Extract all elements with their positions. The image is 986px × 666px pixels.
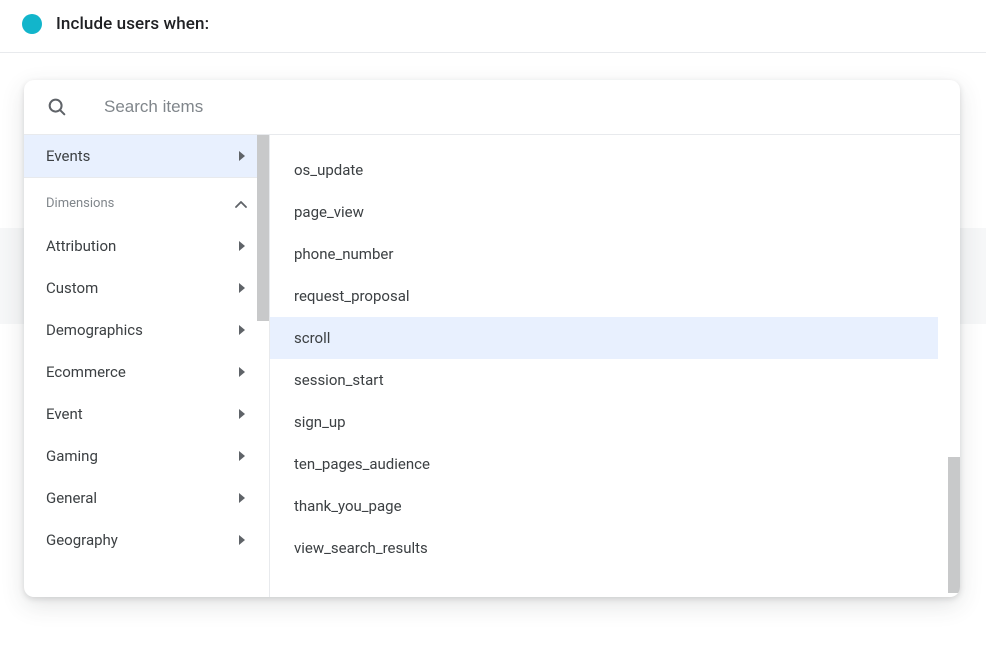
chevron-up-icon [235,200,247,208]
event-item[interactable]: phone_number [270,233,960,275]
event-item-highlighted[interactable]: scroll [270,317,938,359]
category-label: Custom [46,279,98,297]
dimensions-label: Dimensions [46,196,114,211]
left-scrollbar[interactable] [257,135,269,321]
chevron-right-icon [237,325,247,335]
chevron-right-icon [237,241,247,251]
divider [0,52,986,53]
event-list: os_update page_view phone_number request… [270,135,960,583]
event-item[interactable]: sign_up [270,401,960,443]
search-input[interactable] [104,97,504,117]
category-label: Demographics [46,321,143,339]
chevron-right-icon [237,451,247,461]
category-events[interactable]: Events [24,135,269,178]
chevron-right-icon [237,151,247,161]
right-scrollbar[interactable] [948,457,960,593]
panels: Events Dimensions Attribution Custom [24,135,960,597]
category-label: Events [46,147,90,165]
category-attribution[interactable]: Attribution [24,225,269,267]
category-demographics[interactable]: Demographics [24,309,269,351]
event-item[interactable]: page_view [270,191,960,233]
include-header: Include users when: [0,0,986,48]
category-label: Event [46,405,83,423]
event-item[interactable]: thank_you_page [270,485,960,527]
category-label: Geography [46,531,118,549]
category-label: General [46,489,97,507]
search-row [24,80,960,135]
event-item[interactable]: session_start [270,359,960,401]
category-general[interactable]: General [24,477,269,519]
category-event[interactable]: Event [24,393,269,435]
picker-popup: Events Dimensions Attribution Custom [24,80,960,597]
category-panel: Events Dimensions Attribution Custom [24,135,270,597]
category-gaming[interactable]: Gaming [24,435,269,477]
chevron-right-icon [237,409,247,419]
chevron-right-icon [237,493,247,503]
category-custom[interactable]: Custom [24,267,269,309]
category-label: Ecommerce [46,363,126,381]
include-dot-icon [22,14,42,34]
category-geography[interactable]: Geography [24,519,269,561]
event-item[interactable]: request_proposal [270,275,960,317]
chevron-right-icon [237,535,247,545]
dimensions-header[interactable]: Dimensions [24,178,269,225]
event-item[interactable]: ten_pages_audience [270,443,960,485]
events-panel: os_update page_view phone_number request… [270,135,960,597]
event-item[interactable]: view_search_results [270,527,960,569]
search-icon [46,96,68,118]
category-ecommerce[interactable]: Ecommerce [24,351,269,393]
include-title: Include users when: [56,14,209,34]
chevron-right-icon [237,367,247,377]
category-label: Attribution [46,237,116,255]
category-label: Gaming [46,447,98,465]
chevron-right-icon [237,283,247,293]
event-item[interactable]: os_update [270,149,960,191]
